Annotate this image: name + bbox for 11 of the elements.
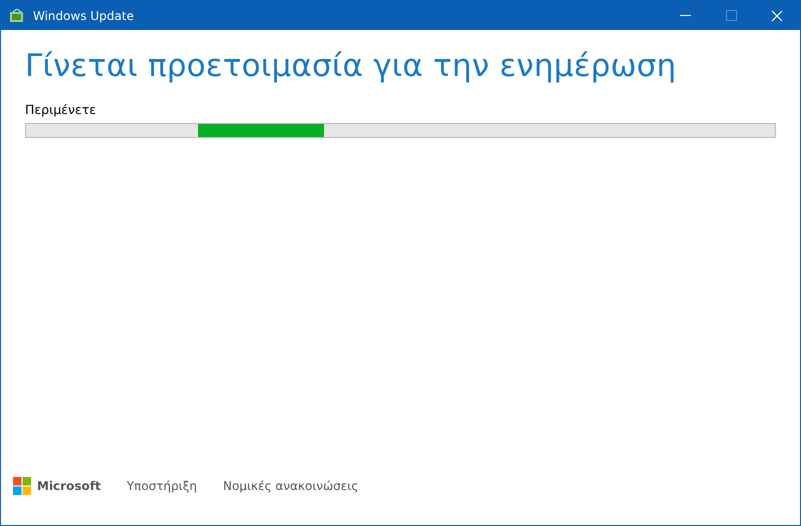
footer-link[interactable]: Υποστήριξη [126, 479, 197, 493]
brand-name: Microsoft [37, 479, 101, 493]
heading: Γίνεται προετοιμασία για την ενημέρωση [25, 48, 678, 84]
window-title: Windows Update [33, 8, 135, 22]
update-icon [9, 8, 25, 22]
logo-icon [13, 477, 31, 495]
footer-link[interactable]: Νομικές ανακοινώσεις [223, 479, 358, 493]
status-text: Περιμένετε [25, 102, 98, 117]
close-icon [771, 10, 783, 22]
minimize-icon [680, 14, 690, 16]
maximize-icon [726, 10, 736, 21]
